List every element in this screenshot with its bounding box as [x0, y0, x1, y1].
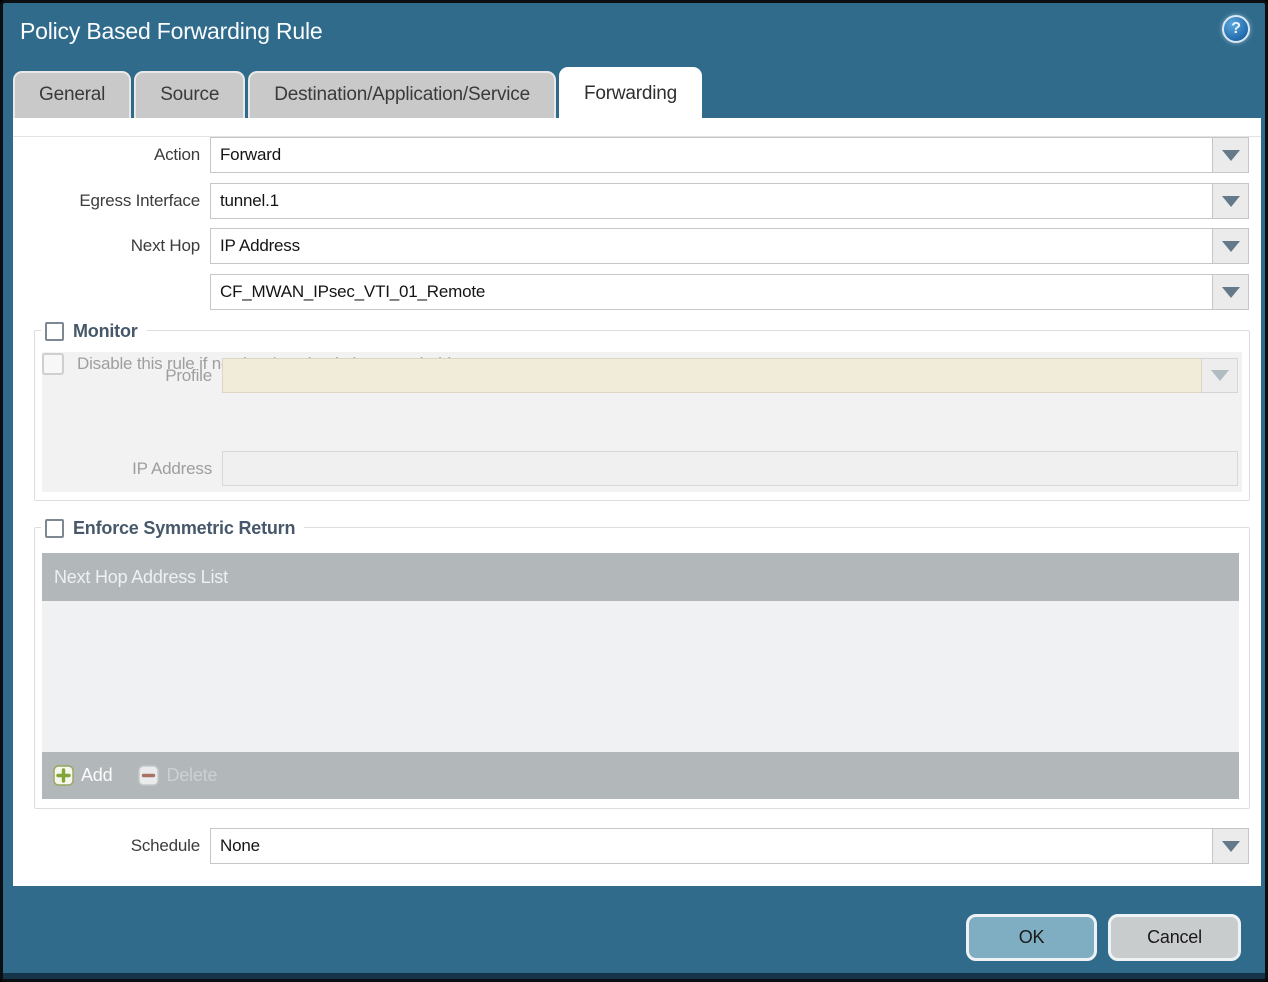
egress-interface-label: Egress Interface [79, 191, 200, 210]
monitor-ip-address-row: IP Address [42, 451, 1238, 486]
monitor-legend: Monitor [41, 318, 147, 344]
schedule-dropdown-button[interactable] [1213, 828, 1249, 864]
next-hop-address-select[interactable]: CF_MWAN_IPsec_VTI_01_Remote [210, 274, 1213, 310]
enforce-symmetric-return-label: Enforce Symmetric Return [73, 517, 296, 538]
window-bottom-edge [3, 973, 1265, 979]
action-row: Action Forward [13, 137, 1249, 173]
egress-interface-value: tunnel.1 [220, 191, 279, 210]
question-mark-glyph: ? [1231, 20, 1241, 37]
enforce-symmetric-return-legend: Enforce Symmetric Return [41, 515, 305, 541]
profile-dropdown-button-disabled [1202, 358, 1238, 393]
monitor-panel: Profile Disable this rule if nexthop/mon… [42, 352, 1242, 492]
policy-based-forwarding-rule-dialog: Policy Based Forwarding Rule ? General S… [0, 0, 1268, 982]
profile-label: Profile [165, 366, 212, 385]
tab-bar: General Source Destination/Application/S… [13, 67, 1255, 118]
delete-button-label: Delete [166, 765, 218, 785]
monitor-checkbox[interactable] [45, 321, 64, 341]
tab-forwarding[interactable]: Forwarding [558, 67, 702, 118]
table-body-empty[interactable] [42, 601, 1239, 752]
monitor-ip-address-input-disabled [222, 451, 1238, 486]
next-hop-address-row: CF_MWAN_IPsec_VTI_01_Remote [13, 274, 1249, 310]
next-hop-address-list-table: Next Hop Address List Add Delete [42, 553, 1239, 799]
action-dropdown-button[interactable] [1213, 137, 1249, 173]
chevron-down-icon [1221, 195, 1240, 207]
next-hop-label: Next Hop [130, 236, 200, 255]
table-header-next-hop-address-list[interactable]: Next Hop Address List [42, 553, 1239, 601]
chevron-down-icon [1210, 370, 1229, 381]
add-button[interactable]: Add [53, 765, 113, 786]
chevron-down-icon [1221, 240, 1240, 252]
chevron-down-icon [1221, 286, 1240, 298]
next-hop-dropdown-button[interactable] [1213, 228, 1249, 264]
chevron-down-icon [1221, 149, 1240, 161]
enforce-symmetric-return-checkbox[interactable] [45, 518, 64, 538]
egress-interface-select[interactable]: tunnel.1 [210, 183, 1213, 219]
help-icon[interactable]: ? [1222, 15, 1250, 43]
next-hop-address-dropdown-button[interactable] [1213, 274, 1249, 310]
forwarding-tab-panel: Action Forward Egress Interface tunnel.1… [13, 118, 1261, 886]
dialog-title: Policy Based Forwarding Rule [20, 18, 323, 44]
next-hop-row: Next Hop IP Address [13, 228, 1249, 264]
chevron-down-icon [1221, 840, 1240, 852]
action-value: Forward [220, 145, 281, 164]
action-select[interactable]: Forward [210, 137, 1213, 173]
delete-button-disabled: Delete [138, 765, 217, 786]
monitor-ip-address-label: IP Address [132, 459, 212, 478]
egress-interface-dropdown-button[interactable] [1213, 183, 1249, 219]
cancel-button[interactable]: Cancel [1108, 914, 1241, 961]
plus-icon [53, 765, 74, 786]
profile-select-disabled [222, 358, 1202, 393]
enforce-symmetric-return-group: Enforce Symmetric Return Next Hop Addres… [34, 515, 1250, 809]
monitor-group: Monitor Profile Disable this rule if nex… [34, 318, 1250, 501]
tab-source[interactable]: Source [134, 71, 246, 118]
minus-icon [138, 765, 160, 786]
schedule-select[interactable]: None [210, 828, 1213, 864]
profile-row: Profile [42, 358, 1238, 393]
next-hop-address-label-spacer [13, 274, 210, 310]
action-label: Action [153, 145, 200, 164]
schedule-value: None [220, 836, 260, 855]
next-hop-value: IP Address [220, 236, 300, 255]
schedule-row: Schedule None [13, 828, 1249, 864]
add-button-label: Add [81, 765, 113, 785]
table-footer-toolbar: Add Delete [42, 752, 1239, 799]
tab-general[interactable]: General [13, 71, 132, 118]
tab-destination-application-service[interactable]: Destination/Application/Service [248, 71, 556, 118]
next-hop-select[interactable]: IP Address [210, 228, 1213, 264]
ok-button[interactable]: OK [966, 914, 1097, 961]
egress-interface-row: Egress Interface tunnel.1 [13, 183, 1249, 219]
next-hop-address-value: CF_MWAN_IPsec_VTI_01_Remote [220, 282, 486, 301]
monitor-label: Monitor [73, 320, 138, 341]
schedule-label: Schedule [130, 836, 200, 855]
